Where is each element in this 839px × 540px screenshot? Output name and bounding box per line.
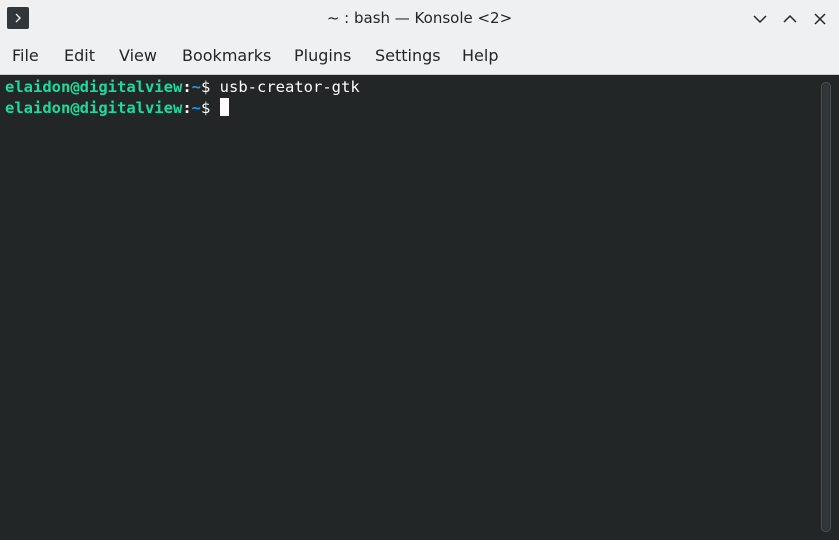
menu-settings[interactable]: Settings	[375, 37, 441, 74]
menu-bookmarks[interactable]: Bookmarks	[182, 37, 271, 74]
maximize-icon	[783, 14, 797, 23]
konsole-window: ~ : bash — Konsole <2> File Edit View Bo…	[0, 0, 839, 540]
prompt-user-host: elaidon@digitalview	[5, 78, 183, 96]
minimize-button[interactable]	[748, 7, 772, 31]
command-text: usb-creator-gtk	[219, 78, 360, 96]
window-title: ~ : bash — Konsole <2>	[326, 9, 513, 27]
text-cursor	[219, 98, 229, 116]
menu-plugins[interactable]: Plugins	[294, 37, 351, 74]
prompt-colon: :	[182, 99, 192, 117]
prompt-colon: :	[182, 78, 192, 96]
prompt-user-host: elaidon@digitalview	[5, 99, 183, 117]
close-button[interactable]	[808, 7, 832, 31]
prompt-symbol: $	[201, 78, 220, 96]
prompt-symbol: $	[201, 99, 220, 117]
minimize-icon	[753, 15, 767, 24]
terminal-line: elaidon@digitalview:~$ usb-creator-gtk	[5, 77, 360, 98]
menu-edit[interactable]: Edit	[64, 37, 95, 74]
maximize-button[interactable]	[778, 7, 802, 31]
menu-file[interactable]: File	[12, 37, 39, 74]
menu-help[interactable]: Help	[462, 37, 498, 74]
prompt-path: ~	[191, 78, 201, 96]
menu-view[interactable]: View	[119, 37, 157, 74]
menu-bar: File Edit View Bookmarks Plugins Setting…	[0, 37, 839, 75]
close-icon	[814, 13, 826, 25]
terminal-chevron-icon[interactable]	[7, 7, 29, 29]
terminal-line: elaidon@digitalview:~$	[5, 98, 229, 119]
scrollbar[interactable]	[821, 82, 831, 532]
title-bar[interactable]: ~ : bash — Konsole <2>	[0, 0, 839, 37]
terminal-area[interactable]: elaidon@digitalview:~$ usb-creator-gtk e…	[0, 75, 839, 540]
prompt-path: ~	[191, 99, 201, 117]
scrollbar-thumb[interactable]	[823, 84, 829, 530]
